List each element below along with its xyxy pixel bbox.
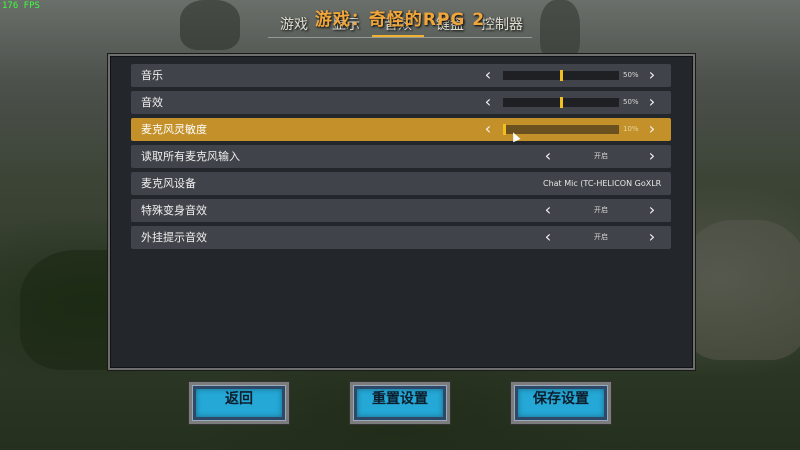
reset-settings-button[interactable]: 重置设置 — [350, 382, 450, 424]
setting-label: 音乐 — [141, 69, 163, 82]
music-slider[interactable] — [503, 70, 619, 81]
chevron-right-icon[interactable]: › — [645, 199, 659, 222]
slider-marker[interactable] — [503, 124, 506, 135]
setting-value: 开启 — [594, 206, 608, 214]
setting-label: 外挂提示音效 — [141, 231, 207, 244]
back-button[interactable]: 返回 — [189, 382, 289, 424]
chevron-left-icon[interactable]: ‹ — [541, 145, 555, 168]
setting-row-plugin-sound[interactable]: 外挂提示音效 ‹ 开启 › — [131, 226, 671, 249]
button-label: 返回 — [225, 391, 253, 407]
tabs-divider — [268, 37, 532, 38]
mic-sensitivity-slider[interactable] — [503, 124, 619, 135]
chevron-left-icon[interactable]: ‹ — [541, 199, 555, 222]
chevron-left-icon[interactable]: ‹ — [481, 91, 495, 114]
button-label: 保存设置 — [533, 391, 589, 407]
setting-row-read-all-mic[interactable]: 读取所有麦克风输入 ‹ 开启 › — [131, 145, 671, 168]
settings-panel: 音乐 ‹ 50% › 音效 ‹ 50% › 麦克风灵敏度 ‹ 10% › 读取所… — [108, 54, 695, 370]
chevron-left-icon[interactable]: ‹ — [481, 118, 495, 141]
setting-value: 开启 — [594, 233, 608, 241]
setting-value: Chat Mic (TC-HELICON GoXLR) — [543, 179, 661, 188]
setting-value: 10% — [623, 125, 639, 133]
setting-value: 开启 — [594, 152, 608, 160]
setting-label: 音效 — [141, 96, 163, 109]
setting-row-mic-sensitivity[interactable]: 麦克风灵敏度 ‹ 10% › — [131, 118, 671, 141]
setting-label: 读取所有麦克风输入 — [141, 150, 240, 163]
page-title: 游戏：奇怪的RPG 2 — [314, 10, 486, 30]
setting-row-mic-device[interactable]: 麦克风设备 Chat Mic (TC-HELICON GoXLR) — [131, 172, 671, 195]
chevron-left-icon[interactable]: ‹ — [481, 64, 495, 87]
setting-value: 50% — [623, 98, 639, 106]
chevron-left-icon[interactable]: ‹ — [541, 226, 555, 249]
chevron-right-icon[interactable]: › — [645, 64, 659, 87]
slider-marker[interactable] — [560, 97, 563, 108]
save-settings-button[interactable]: 保存设置 — [511, 382, 611, 424]
slider-marker[interactable] — [560, 70, 563, 81]
setting-value: 50% — [623, 71, 639, 79]
setting-row-sfx[interactable]: 音效 ‹ 50% › — [131, 91, 671, 114]
setting-label: 麦克风灵敏度 — [141, 123, 207, 136]
chevron-right-icon[interactable]: › — [645, 118, 659, 141]
button-label: 重置设置 — [372, 391, 428, 407]
setting-row-music[interactable]: 音乐 ‹ 50% › — [131, 64, 671, 87]
setting-row-special-voice[interactable]: 特殊变身音效 ‹ 开启 › — [131, 199, 671, 222]
chevron-right-icon[interactable]: › — [645, 145, 659, 168]
chevron-right-icon[interactable]: › — [645, 91, 659, 114]
chevron-right-icon[interactable]: › — [645, 226, 659, 249]
setting-label: 特殊变身音效 — [141, 204, 207, 217]
sfx-slider[interactable] — [503, 97, 619, 108]
setting-label: 麦克风设备 — [141, 177, 196, 190]
